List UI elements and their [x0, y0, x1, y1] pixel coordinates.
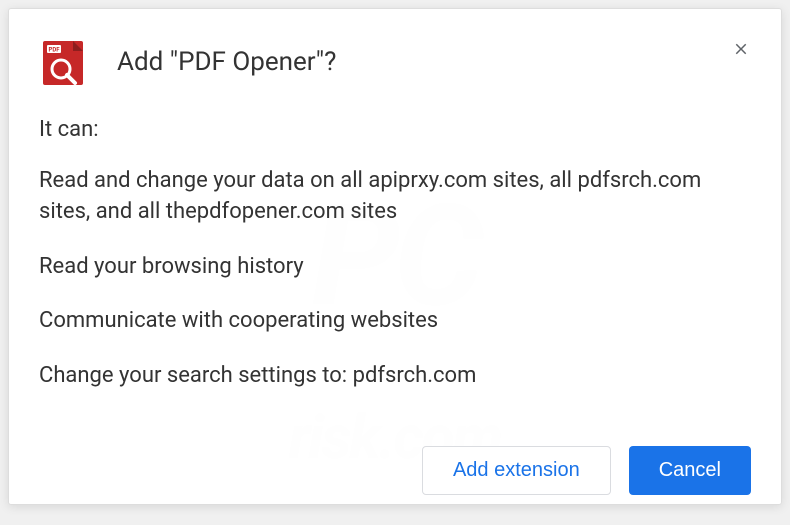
cancel-button[interactable]: Cancel [629, 446, 751, 495]
dialog-header: PDF Add "PDF Opener"? [9, 9, 781, 97]
permission-item: Change your search settings to: pdfsrch.… [39, 361, 751, 392]
permission-item: Communicate with cooperating websites [39, 306, 751, 337]
extension-install-dialog: PDF Add "PDF Opener"? It can: Read and c… [8, 8, 782, 505]
permission-item: Read your browsing history [39, 252, 751, 283]
close-icon [732, 40, 750, 58]
add-extension-button[interactable]: Add extension [422, 446, 611, 495]
close-button[interactable] [729, 37, 753, 61]
permission-item: Read and change your data on all apiprxy… [39, 166, 751, 228]
permission-intro: It can: [39, 117, 751, 142]
svg-text:PDF: PDF [48, 47, 60, 54]
dialog-footer: Add extension Cancel [9, 446, 781, 525]
dialog-body: It can: Read and change your data on all… [9, 97, 781, 446]
pdf-opener-icon: PDF [39, 39, 87, 87]
dialog-title: Add "PDF Opener"? [117, 47, 336, 77]
